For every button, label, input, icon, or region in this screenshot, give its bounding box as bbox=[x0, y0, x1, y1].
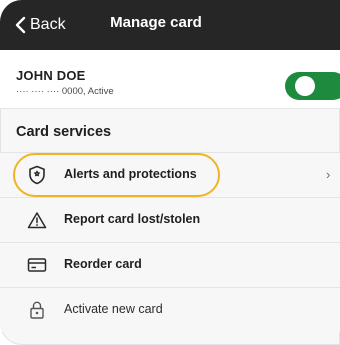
menu-item-alerts-and-protections[interactable]: Alerts and protections › bbox=[0, 153, 340, 198]
menu-item-label: Reorder card bbox=[64, 257, 142, 271]
menu-item-label: Alerts and protections bbox=[64, 167, 197, 181]
menu-item-label: Report card lost/stolen bbox=[64, 212, 201, 226]
menu-item-report-card-lost-stolen[interactable]: Report card lost/stolen bbox=[0, 198, 340, 243]
toggle-knob bbox=[295, 76, 315, 96]
menu-item-label: Activate new card bbox=[64, 302, 163, 316]
top-navigation-bar: Back Manage card bbox=[0, 0, 340, 50]
warning-triangle-icon bbox=[27, 210, 47, 230]
section-title: Card services bbox=[16, 124, 112, 140]
shield-icon bbox=[27, 165, 47, 185]
card-lock-toggle[interactable] bbox=[285, 72, 340, 100]
credit-card-icon bbox=[27, 255, 47, 275]
card-holder-name: JOHN DOE bbox=[16, 68, 86, 83]
menu-item-reorder-card[interactable]: Reorder card bbox=[0, 243, 340, 288]
manage-card-screen: Back Manage card JOHN DOE ···· ···· ····… bbox=[0, 0, 340, 345]
chevron-right-icon: › bbox=[326, 167, 331, 182]
lock-icon bbox=[27, 300, 47, 320]
page-title: Manage card bbox=[110, 14, 202, 31]
card-number-status: ···· ···· ···· 0000, Active bbox=[16, 86, 114, 97]
menu-item-activate-new-card[interactable]: Activate new card bbox=[0, 288, 340, 332]
